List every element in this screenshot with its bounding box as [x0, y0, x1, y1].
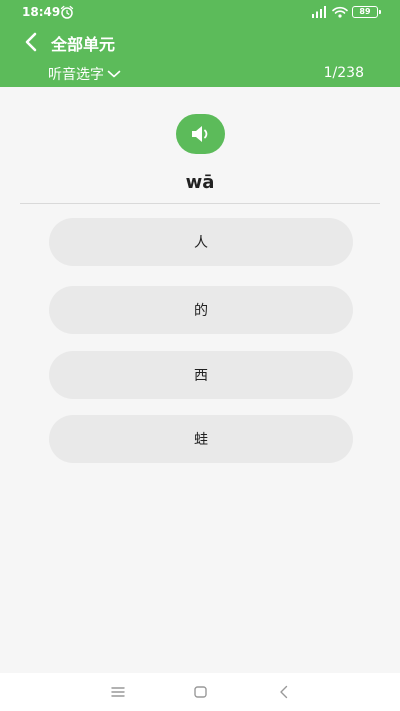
progress-counter: 1/238 — [323, 65, 364, 81]
menu-icon[interactable] — [111, 686, 125, 698]
header: 18:49 89 全部单元 听音选字 1/238 — [0, 0, 400, 87]
home-icon[interactable] — [194, 686, 207, 698]
option-button[interactable]: 人 — [49, 218, 353, 266]
page-title: 全部单元 — [51, 35, 116, 54]
screen: 18:49 89 全部单元 听音选字 1/238 wā 人 的 西 蛙 — [0, 0, 400, 711]
option-button[interactable]: 西 — [49, 351, 353, 399]
nav-bar — [0, 673, 400, 711]
signal-icon — [312, 6, 326, 18]
back-button[interactable] — [20, 30, 44, 54]
pinyin-text: wā — [185, 172, 215, 193]
status-bar: 18:49 89 — [0, 0, 400, 24]
option-button[interactable]: 的 — [49, 286, 353, 334]
speaker-button[interactable] — [176, 114, 225, 154]
chevron-down-icon — [107, 70, 121, 78]
wifi-icon — [332, 6, 348, 18]
status-time: 18:49 — [22, 5, 61, 19]
alarm-icon — [60, 5, 74, 19]
divider — [20, 203, 380, 204]
option-button[interactable]: 蛙 — [49, 415, 353, 463]
speaker-icon — [191, 126, 207, 142]
mode-label: 听音选字 — [48, 67, 104, 83]
battery-icon: 89 — [352, 6, 381, 18]
back-icon[interactable] — [279, 685, 289, 699]
mode-selector[interactable]: 听音选字 — [48, 64, 121, 84]
